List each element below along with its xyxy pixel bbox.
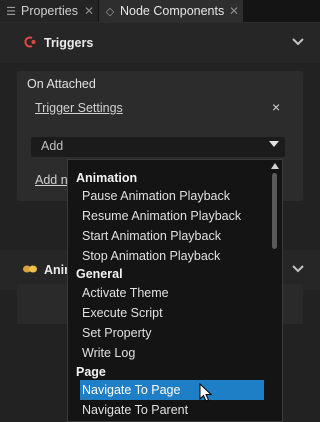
tab-node-components[interactable]: ◇ Node Components ✕ bbox=[99, 0, 243, 22]
scroll-up-arrow-icon[interactable] bbox=[271, 163, 279, 169]
tab-strip: ☰ Properties ✕ ◇ Node Components ✕ bbox=[0, 0, 320, 23]
menu-item-selected[interactable]: Navigate To Page bbox=[80, 380, 264, 400]
dropdown-value: Add bbox=[41, 139, 64, 153]
menu-item-label: Navigate To Page bbox=[82, 383, 181, 397]
dropdown-arrow-icon bbox=[269, 141, 279, 147]
scroll-thumb[interactable] bbox=[272, 173, 277, 249]
triggers-section-header[interactable]: Triggers bbox=[0, 23, 320, 63]
menu-item[interactable]: Execute Script bbox=[82, 303, 278, 323]
chevron-down-icon[interactable] bbox=[292, 261, 304, 277]
menu-scrollbar[interactable] bbox=[271, 163, 279, 419]
menu-item[interactable]: Write Log bbox=[82, 343, 278, 363]
trigger-icon bbox=[22, 36, 38, 51]
menu-category: Page bbox=[76, 365, 106, 379]
close-icon[interactable]: ✕ bbox=[225, 4, 239, 18]
remove-trigger-icon[interactable]: × bbox=[272, 99, 280, 115]
trigger-title: On Attached bbox=[27, 77, 96, 91]
list-icon: ☰ bbox=[6, 5, 16, 18]
mouse-cursor-icon bbox=[199, 382, 213, 403]
trigger-settings-link[interactable]: Trigger Settings bbox=[35, 101, 123, 115]
add-action-dropdown[interactable]: Add bbox=[31, 137, 285, 157]
add-node-link[interactable]: Add n bbox=[35, 173, 68, 187]
close-icon[interactable]: ✕ bbox=[80, 4, 94, 18]
menu-item[interactable]: Pause Animation Playback bbox=[82, 186, 278, 206]
add-action-menu: Animation Pause Animation Playback Resum… bbox=[67, 159, 283, 422]
menu-item[interactable]: Activate Theme bbox=[82, 283, 278, 303]
menu-item[interactable]: Start Animation Playback bbox=[82, 226, 278, 246]
node-components-icon: ◇ bbox=[105, 5, 115, 18]
menu-item[interactable]: Set Property bbox=[82, 323, 278, 343]
menu-category: Animation bbox=[76, 171, 138, 185]
menu-item[interactable]: Resume Animation Playback bbox=[82, 206, 278, 226]
tab-label: Node Components bbox=[120, 4, 225, 18]
section-title: Triggers bbox=[44, 36, 94, 50]
menu-item[interactable]: Navigate To Parent bbox=[82, 400, 278, 420]
tab-properties[interactable]: ☰ Properties ✕ bbox=[0, 0, 98, 22]
chevron-down-icon[interactable] bbox=[292, 34, 304, 50]
menu-category: General bbox=[76, 267, 123, 281]
animation-icon bbox=[22, 263, 38, 277]
tab-label: Properties bbox=[21, 4, 78, 18]
menu-item[interactable]: Stop Animation Playback bbox=[82, 246, 278, 266]
